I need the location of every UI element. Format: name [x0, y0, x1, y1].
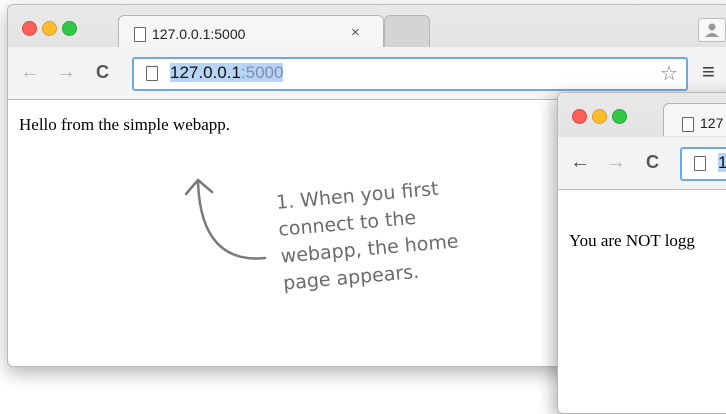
toolbar: ← → C 1: [558, 137, 726, 189]
address-bar[interactable]: 127.0.0.1:5000 ☆: [132, 57, 688, 91]
page-icon: [134, 27, 146, 42]
page-content: You are NOT logg: [569, 231, 695, 250]
tab-title: 127.0.0.1:5000: [152, 26, 246, 42]
close-window-button[interactable]: [572, 109, 587, 124]
minimize-window-button[interactable]: [592, 109, 607, 124]
address-bar[interactable]: 1: [680, 147, 726, 181]
url-text: 127.0.0.1:5000: [170, 63, 284, 83]
back-button[interactable]: ←: [570, 151, 590, 174]
forward-button[interactable]: →: [606, 151, 626, 174]
browser-window-second: 127 ← → C 1 You are NOT logg: [557, 92, 726, 414]
tab-close-button[interactable]: ×: [351, 24, 360, 41]
annotation-arrow-icon: [184, 178, 267, 260]
back-button[interactable]: ←: [20, 61, 40, 84]
browser-chrome: 127.0.0.1:5000 × ← → C 127.0.0.1:5000 ☆ …: [8, 5, 726, 100]
page-icon: [146, 66, 158, 81]
tab-title: 127: [700, 115, 724, 131]
person-icon: [705, 23, 719, 37]
page-icon: [694, 156, 706, 171]
zoom-window-button[interactable]: [612, 109, 627, 124]
page-icon: [682, 117, 694, 132]
new-tab-button[interactable]: [384, 15, 430, 48]
bookmark-star-icon[interactable]: ☆: [660, 61, 678, 86]
zoom-window-button[interactable]: [62, 21, 77, 36]
reload-button[interactable]: C: [96, 62, 109, 83]
url-host: 127.0.0.1: [170, 63, 241, 82]
minimize-window-button[interactable]: [42, 21, 57, 36]
reload-button[interactable]: C: [646, 152, 659, 173]
profile-button[interactable]: [698, 18, 726, 42]
url-port: :5000: [240, 63, 284, 82]
menu-icon[interactable]: ≡: [702, 59, 715, 85]
url-text: 1: [718, 153, 726, 173]
forward-button[interactable]: →: [56, 61, 76, 84]
close-window-button[interactable]: [22, 21, 37, 36]
url-host: 1: [718, 153, 726, 172]
annotation-text: 1. When you first connect to the webapp,…: [275, 173, 484, 298]
browser-chrome: 127 ← → C 1: [558, 93, 726, 190]
